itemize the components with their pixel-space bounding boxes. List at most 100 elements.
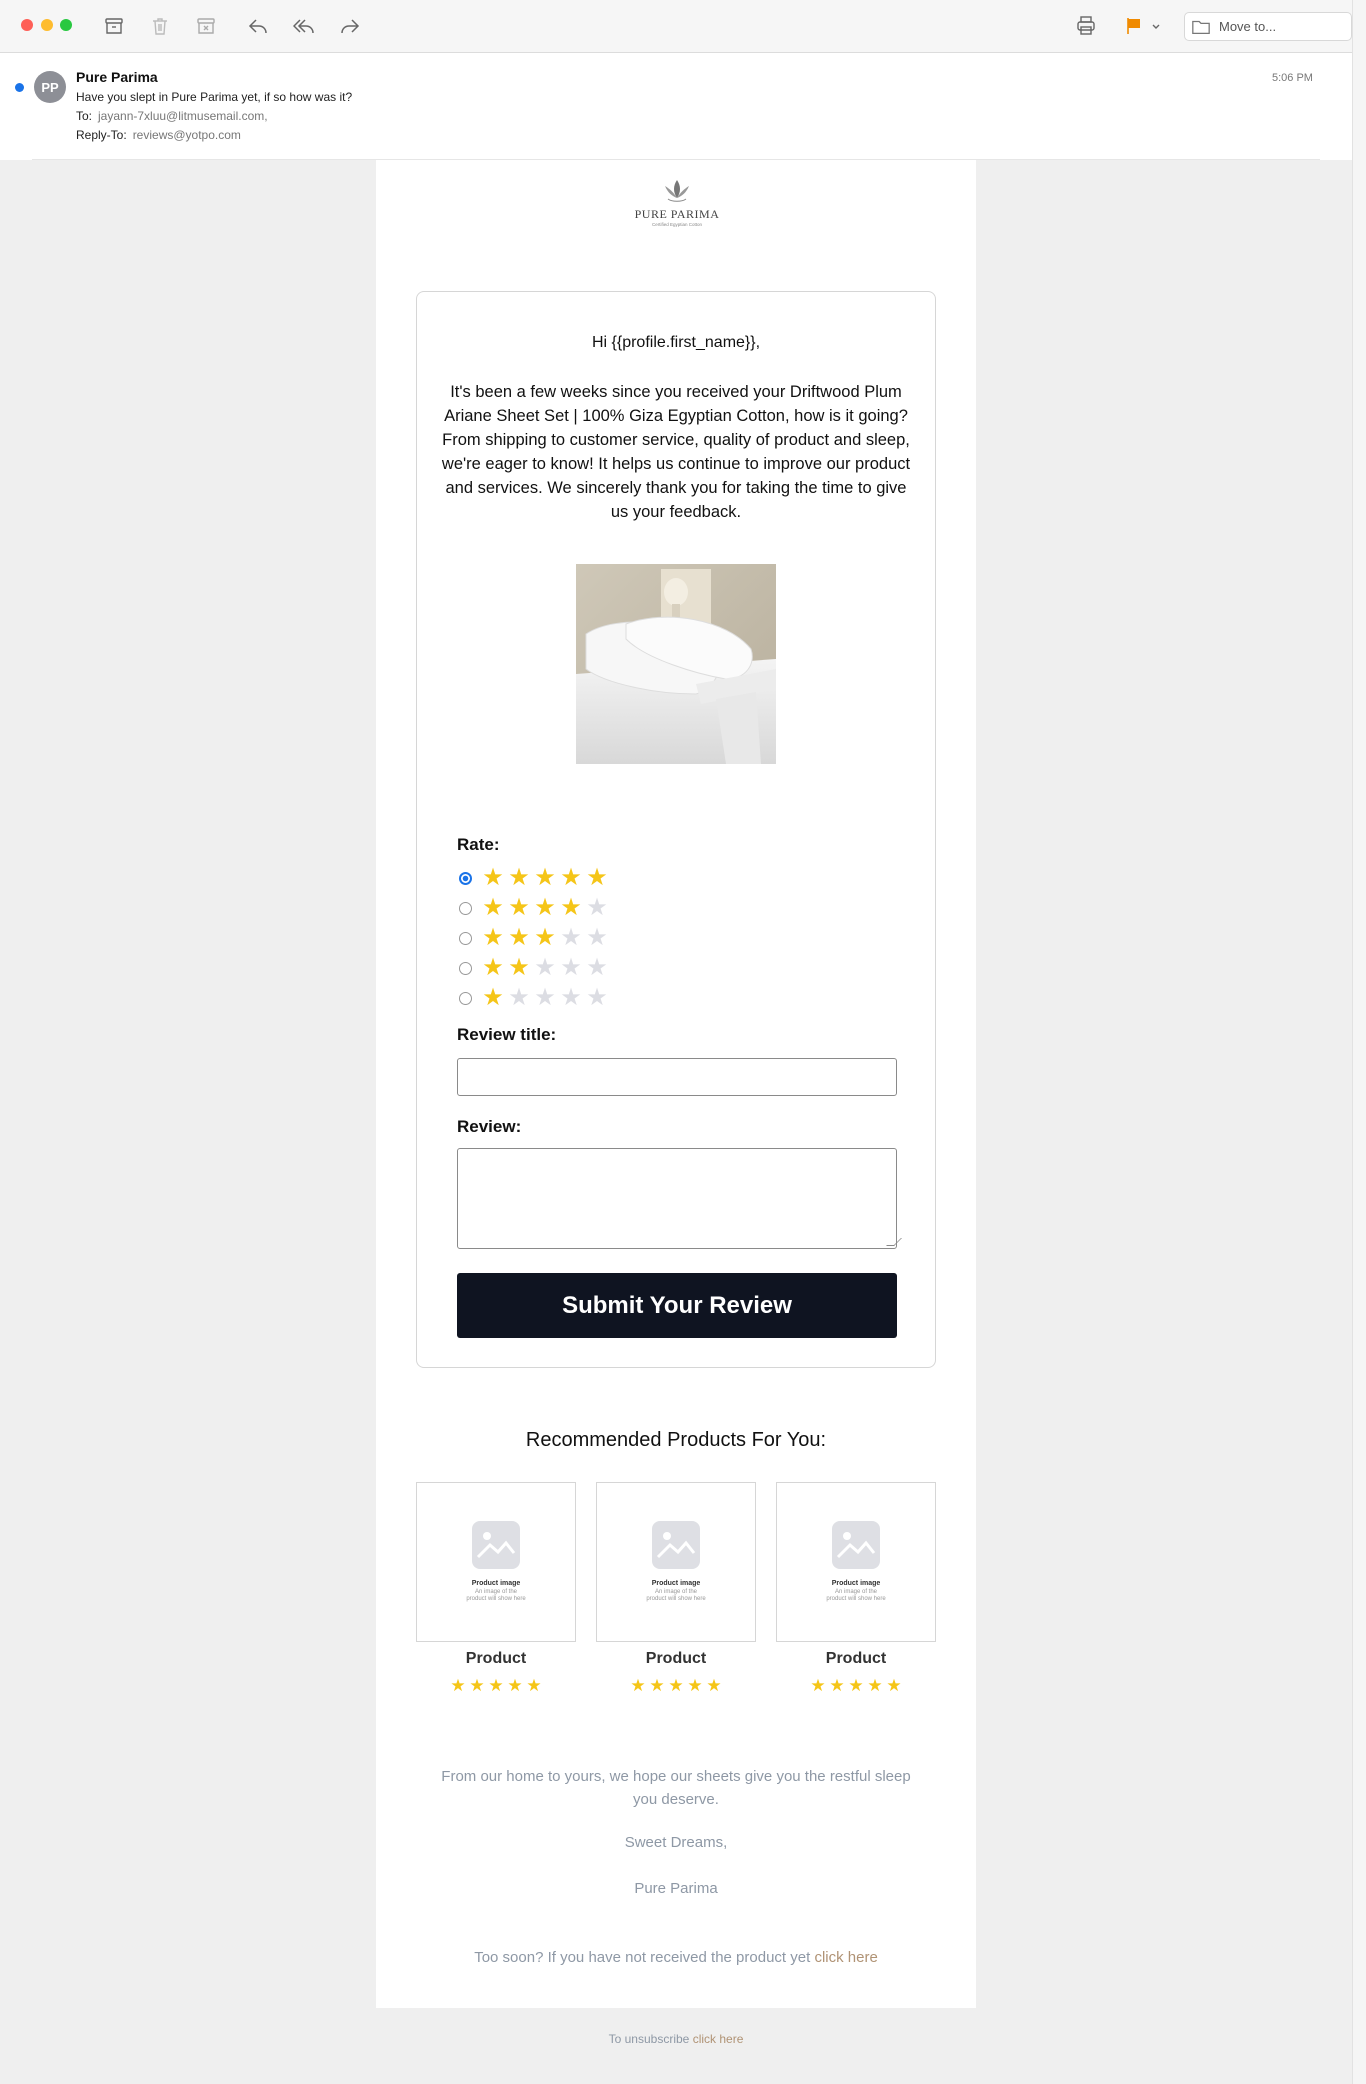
star-empty-icon: ★	[586, 954, 608, 981]
star-filled-icon: ★	[450, 1676, 466, 1695]
too-soon-line: Too soon? If you have not received the p…	[436, 1946, 916, 1969]
rating-option-1[interactable]: ★ ★ ★ ★ ★	[459, 985, 610, 1011]
star-filled-icon: ★	[508, 864, 530, 891]
star-empty-icon: ★	[586, 894, 608, 921]
too-soon-text: Too soon? If you have not received the p…	[474, 1949, 811, 1966]
submit-review-button[interactable]: Submit Your Review	[457, 1273, 897, 1338]
star-filled-icon: ★	[482, 954, 504, 981]
mail-toolbar: Move to...	[0, 0, 1352, 53]
rating-radio[interactable]	[459, 931, 472, 945]
unsubscribe-link[interactable]: click here	[693, 2032, 744, 2046]
star-filled-icon: ★	[482, 894, 504, 921]
star-filled-icon: ★	[706, 1676, 722, 1695]
review-textarea[interactable]	[457, 1148, 902, 1249]
to-line: To: jayann-7xluu@litmusemail.com,	[76, 109, 268, 123]
star-filled-icon: ★	[508, 894, 530, 921]
reply-icon[interactable]	[244, 12, 272, 40]
trash-icon[interactable]	[146, 12, 174, 40]
rating-radio[interactable]	[459, 871, 472, 885]
chevron-down-icon[interactable]	[1149, 12, 1163, 40]
sign-off: Sweet Dreams,	[624, 1834, 728, 1851]
star-filled-icon: ★	[526, 1676, 542, 1695]
rating-option-3[interactable]: ★ ★ ★ ★ ★	[459, 925, 610, 951]
to-address[interactable]: jayann-7xluu@litmusemail.com,	[98, 109, 268, 123]
rating-option-2[interactable]: ★ ★ ★ ★ ★	[459, 955, 610, 981]
sender-name[interactable]: Pure Parima	[76, 69, 158, 85]
star-empty-icon: ★	[586, 924, 608, 951]
rating-radio[interactable]	[459, 991, 472, 1005]
placeholder-subtitle: An image of the product will show here	[826, 1589, 886, 1602]
folder-icon	[1191, 17, 1211, 37]
star-filled-icon: ★	[534, 894, 556, 921]
rate-label: Rate:	[457, 835, 500, 854]
logo-wordmark: PURE PARIMA	[634, 207, 720, 221]
placeholder-subtitle: An image of the product will show here	[646, 1589, 706, 1602]
too-soon-link[interactable]: click here	[814, 1949, 877, 1966]
placeholder-subtitle: An image of the product will show here	[466, 1589, 526, 1602]
to-label: To:	[76, 109, 93, 123]
avatar: PP	[34, 71, 66, 103]
star-filled-icon: ★	[534, 864, 556, 891]
star-filled-icon: ★	[469, 1676, 485, 1695]
unread-indicator	[15, 83, 24, 92]
star-filled-icon: ★	[488, 1676, 504, 1695]
rating-option-5[interactable]: ★ ★ ★ ★ ★	[459, 865, 610, 891]
rating-radio[interactable]	[459, 961, 472, 975]
star-filled-icon: ★	[534, 924, 556, 951]
review-title-input[interactable]	[457, 1058, 897, 1096]
star-filled-icon: ★	[560, 864, 582, 891]
product-rating: ★ ★ ★ ★ ★	[416, 1676, 576, 1696]
scrollbar[interactable]	[1352, 0, 1366, 2084]
star-filled-icon: ★	[829, 1676, 845, 1695]
product-card[interactable]: Product image An image of the product wil…	[596, 1482, 756, 1642]
star-empty-icon: ★	[586, 984, 608, 1011]
recommended-title: Recommended Products For You:	[525, 1429, 827, 1451]
star-filled-icon: ★	[482, 984, 504, 1011]
star-empty-icon: ★	[534, 954, 556, 981]
forward-icon[interactable]	[336, 12, 364, 40]
move-to-button[interactable]: Move to...	[1184, 12, 1352, 41]
star-filled-icon: ★	[687, 1676, 703, 1695]
review-card: Hi {{profile.first_name}}, It's been a f…	[416, 291, 936, 1368]
close-window-button[interactable]	[21, 19, 33, 31]
product-name[interactable]: Product	[416, 1650, 576, 1668]
junk-icon[interactable]	[192, 12, 220, 40]
resize-grip-icon[interactable]	[886, 1238, 902, 1246]
minimize-window-button[interactable]	[41, 19, 53, 31]
star-filled-icon: ★	[560, 894, 582, 921]
product-rating: ★ ★ ★ ★ ★	[596, 1676, 756, 1696]
star-empty-icon: ★	[534, 984, 556, 1011]
reply-to-label: Reply-To:	[76, 128, 127, 142]
zoom-window-button[interactable]	[60, 19, 72, 31]
product-name[interactable]: Product	[596, 1650, 756, 1668]
archive-icon[interactable]	[100, 12, 128, 40]
reply-all-icon[interactable]	[290, 12, 318, 40]
star-empty-icon: ★	[560, 924, 582, 951]
reply-to-address[interactable]: reviews@yotpo.com	[133, 128, 241, 142]
product-card[interactable]: Product image An image of the product wil…	[416, 1482, 576, 1642]
product-name[interactable]: Product	[776, 1650, 936, 1668]
star-empty-icon: ★	[508, 984, 530, 1011]
star-filled-icon: ★	[507, 1676, 523, 1695]
signature: Pure Parima	[634, 1880, 718, 1897]
placeholder-title: Product image	[651, 1580, 701, 1587]
print-icon[interactable]	[1072, 12, 1100, 40]
star-filled-icon: ★	[649, 1676, 665, 1695]
received-time: 5:06 PM	[1272, 72, 1313, 84]
star-filled-icon: ★	[810, 1676, 826, 1695]
product-rating: ★ ★ ★ ★ ★	[776, 1676, 936, 1696]
greeting: Hi {{profile.first_name}},	[591, 334, 761, 351]
message-header	[0, 53, 1352, 160]
flag-icon[interactable]	[1120, 12, 1148, 40]
rating-radio[interactable]	[459, 901, 472, 915]
reply-to-line: Reply-To: reviews@yotpo.com	[76, 128, 241, 142]
email-content: PURE PARIMA Certified Egyptian Cotton Hi…	[376, 160, 976, 2008]
brand-logo[interactable]: PURE PARIMA Certified Egyptian Cotton	[622, 178, 732, 227]
product-image[interactable]	[576, 564, 776, 764]
review-label: Review:	[457, 1117, 522, 1136]
rating-option-4[interactable]: ★ ★ ★ ★ ★	[459, 895, 610, 921]
unsubscribe-line: To unsubscribe click here	[376, 2032, 976, 2046]
star-filled-icon: ★	[668, 1676, 684, 1695]
product-card[interactable]: Product image An image of the product wil…	[776, 1482, 936, 1642]
star-filled-icon: ★	[482, 864, 504, 891]
